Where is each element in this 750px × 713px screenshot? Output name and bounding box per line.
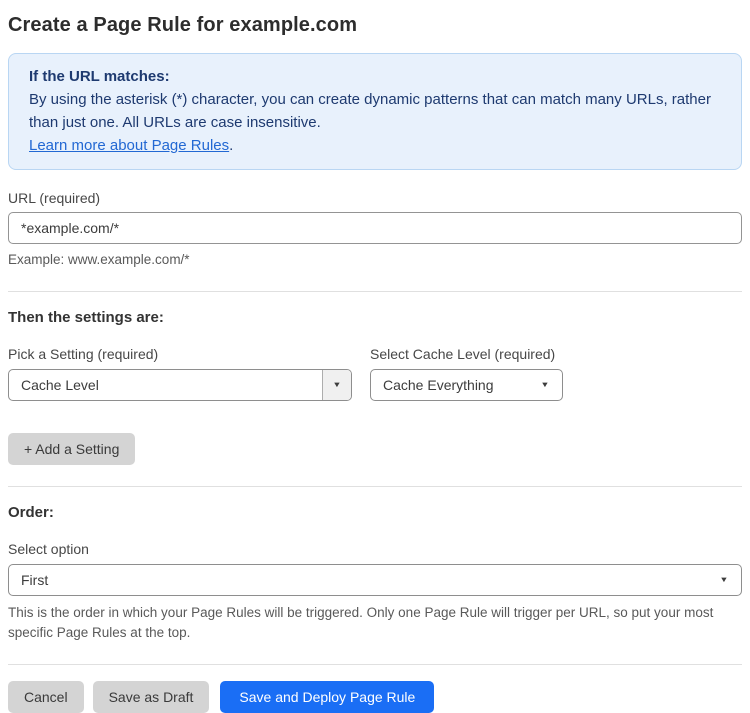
- link-suffix: .: [229, 137, 234, 154]
- page-title: Create a Page Rule for example.com: [8, 14, 358, 36]
- url-match-info-box: If the URL matches: By using the asteris…: [8, 53, 742, 170]
- setting-picker-column: Pick a Setting (required) Cache Level ▼: [8, 326, 352, 401]
- cache-level-select-value: Cache Everything: [383, 377, 494, 393]
- info-box-link-line: Learn more about Page Rules.: [29, 134, 721, 157]
- divider: [8, 664, 742, 665]
- learn-more-link[interactable]: Learn more about Page Rules: [29, 137, 229, 154]
- order-select-value: First: [21, 572, 49, 588]
- order-label: Select option: [8, 541, 89, 557]
- chevron-down-icon[interactable]: ▼: [322, 370, 351, 400]
- settings-row: Pick a Setting (required) Cache Level ▼ …: [8, 326, 742, 401]
- save-deploy-button[interactable]: Save and Deploy Page Rule: [220, 681, 435, 713]
- order-heading: Order:: [8, 504, 54, 521]
- cancel-button[interactable]: Cancel: [8, 681, 84, 713]
- select-cache-level-label: Select Cache Level (required): [370, 346, 556, 362]
- url-helper: Example: www.example.com/*: [8, 252, 190, 267]
- cache-level-column: Select Cache Level (required) Cache Ever…: [370, 326, 563, 401]
- divider: [8, 291, 742, 292]
- setting-select[interactable]: Cache Level ▼: [8, 369, 352, 401]
- chevron-down-icon: ▼: [540, 380, 550, 389]
- info-box-body: By using the asterisk (*) character, you…: [29, 91, 711, 131]
- order-helper: This is the order in which your Page Rul…: [8, 605, 714, 640]
- add-setting-button[interactable]: + Add a Setting: [8, 433, 136, 465]
- url-label: URL (required): [8, 190, 101, 206]
- info-box-heading: If the URL matches:: [29, 68, 170, 85]
- setting-select-value: Cache Level: [21, 377, 99, 393]
- save-draft-button[interactable]: Save as Draft: [92, 681, 210, 713]
- footer-actions: Cancel Save as Draft Save and Deploy Pag…: [8, 681, 742, 713]
- create-page-rule-form: Create a Page Rule for example.com If th…: [8, 14, 742, 713]
- chevron-down-icon: ▼: [719, 575, 729, 584]
- divider: [8, 486, 742, 487]
- order-select[interactable]: First ▼: [8, 564, 742, 596]
- settings-heading: Then the settings are:: [8, 309, 164, 326]
- pick-setting-label: Pick a Setting (required): [8, 346, 159, 362]
- cache-level-select[interactable]: Cache Everything ▼: [370, 369, 563, 401]
- url-input[interactable]: [8, 212, 742, 244]
